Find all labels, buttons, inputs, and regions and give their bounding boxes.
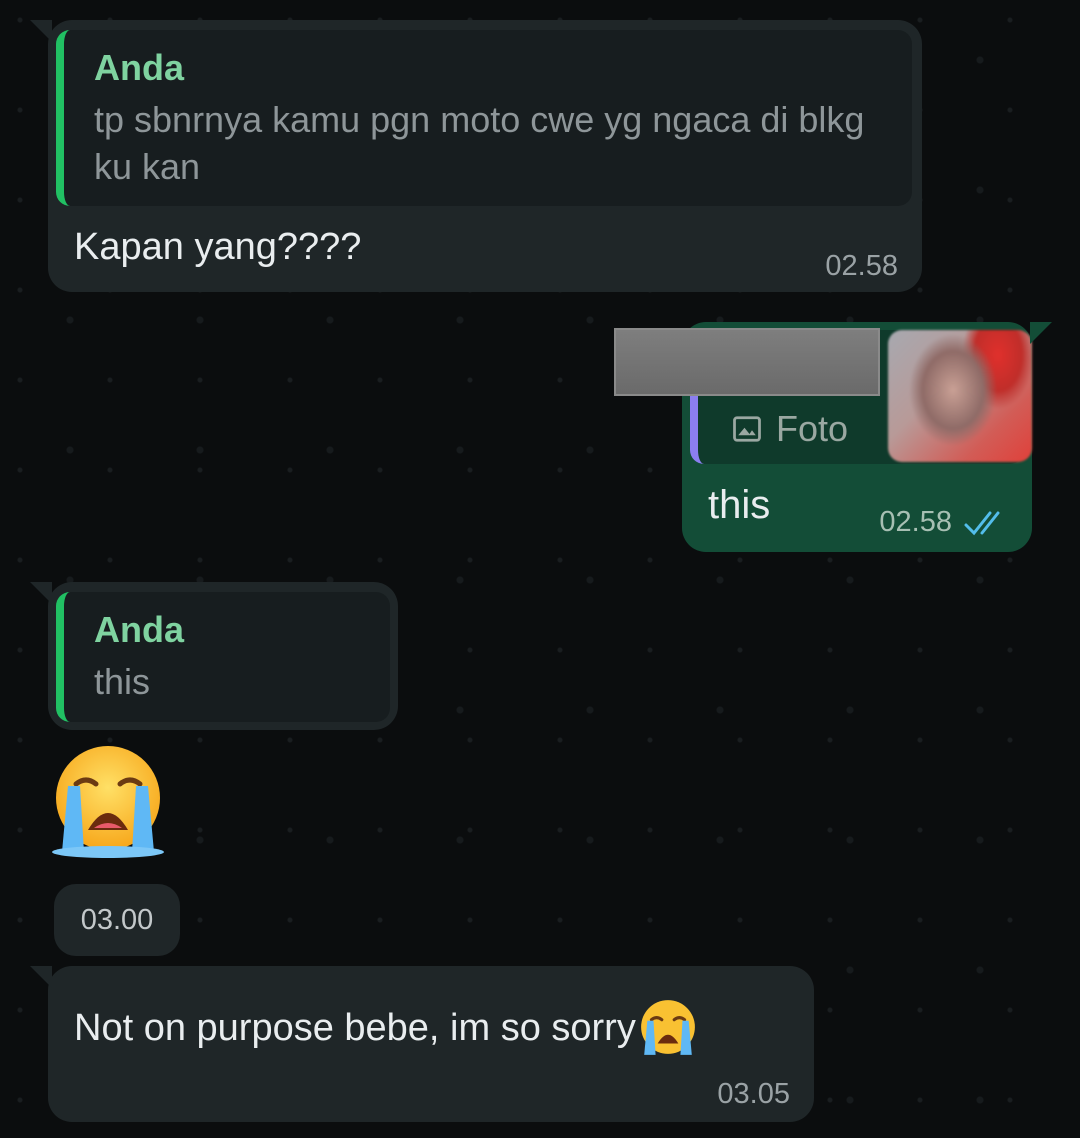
quote-author: Anda xyxy=(94,47,184,88)
message-time: 02.58 xyxy=(825,250,898,282)
bubble-tail xyxy=(1030,322,1052,344)
message-time: 02.58 xyxy=(879,506,952,538)
message-text: Not on purpose bebe, im so sorry xyxy=(74,998,698,1058)
quote-author: Anda xyxy=(94,609,184,650)
image-icon xyxy=(733,416,761,442)
redacted-area xyxy=(614,328,880,396)
quote-text: tp sbnrnya kamu pgn moto cwe yg ngaca di… xyxy=(94,99,865,187)
message-bubble-incoming[interactable]: Anda this xyxy=(48,582,398,730)
quoted-message[interactable]: Anda this xyxy=(56,592,390,722)
chat-area[interactable]: Anda tp sbnrnya kamu pgn moto cwe yg nga… xyxy=(0,0,1080,1138)
message-bubble-incoming[interactable]: Anda tp sbnrnya kamu pgn moto cwe yg nga… xyxy=(48,20,922,292)
loudly-crying-face-emoji[interactable] xyxy=(50,742,166,858)
quoted-message[interactable]: Anda tp sbnrnya kamu pgn moto cwe yg nga… xyxy=(56,30,912,206)
message-meta: 02.58 xyxy=(879,506,1010,539)
photo-label: Foto xyxy=(776,408,849,449)
bubble-tail xyxy=(30,20,52,42)
photo-thumbnail[interactable] xyxy=(888,330,1032,462)
bubble-tail xyxy=(30,582,52,604)
message-bubble-incoming[interactable]: Not on purpose bebe, im so sorry 03.05 xyxy=(48,966,814,1122)
loudly-crying-face-emoji xyxy=(640,1000,695,1055)
message-text-content: Not on purpose bebe, im so sorry xyxy=(74,1007,636,1049)
message-time-pill: 03.00 xyxy=(54,884,180,956)
message-text: this xyxy=(708,483,771,527)
double-check-icon xyxy=(964,511,1000,535)
photo-quote-label: Foto xyxy=(732,408,848,450)
message-time: 03.05 xyxy=(717,1078,790,1110)
quote-text: this xyxy=(94,661,151,702)
message-text: Kapan yang???? xyxy=(74,226,362,268)
bubble-tail xyxy=(30,966,52,988)
